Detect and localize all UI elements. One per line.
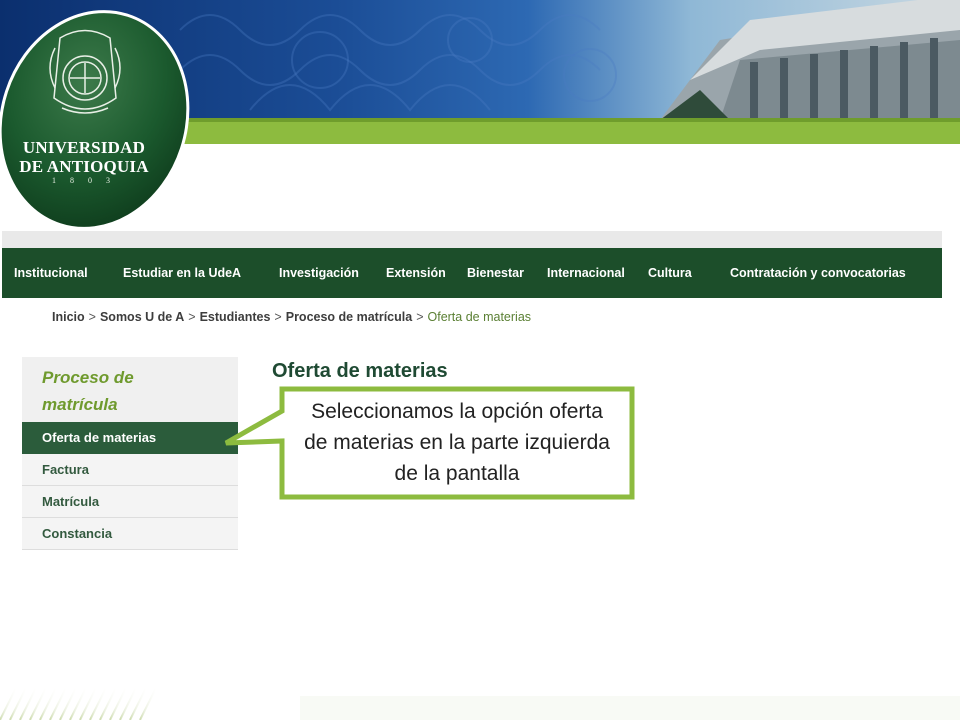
- page-title: Oferta de materias: [272, 360, 448, 382]
- nav-item-institucional[interactable]: Institucional: [14, 248, 88, 298]
- sidebar-title-line2: matrícula: [42, 395, 118, 414]
- nav-item-internacional[interactable]: Internacional: [547, 248, 625, 298]
- callout-line2: de materias en la parte izquierda: [304, 431, 610, 454]
- callout-line1: Seleccionamos la opción oferta: [311, 400, 603, 423]
- university-name-line2: DE ANTIOQUIA: [19, 157, 149, 176]
- nav-item-contratacion[interactable]: Contratación y convocatorias: [730, 248, 906, 298]
- breadcrumb-estudiantes[interactable]: Estudiantes: [200, 310, 271, 324]
- nav-item-investigacion[interactable]: Investigación: [279, 248, 359, 298]
- founding-year: 1 8 0 3: [52, 176, 116, 185]
- breadcrumb-separator: >: [416, 310, 424, 324]
- sidebar: Proceso de matrícula Oferta de materias …: [22, 357, 238, 550]
- breadcrumb-proceso[interactable]: Proceso de matrícula: [286, 310, 412, 324]
- building-photo: [660, 0, 960, 120]
- university-name-line1: UNIVERSIDAD: [22, 138, 146, 157]
- breadcrumb-somos[interactable]: Somos U de A: [100, 310, 184, 324]
- breadcrumb-current: Oferta de materias: [427, 310, 532, 324]
- top-gray-strip: [2, 231, 942, 248]
- university-seal-icon: [0, 10, 190, 230]
- nav-item-bienestar[interactable]: Bienestar: [467, 248, 524, 298]
- breadcrumb-separator: >: [88, 310, 96, 324]
- breadcrumb: Inicio > Somos U de A > Estudiantes > Proceso …: [52, 310, 531, 324]
- sidebar-item-constancia[interactable]: Constancia: [22, 518, 238, 550]
- sidebar-item-oferta-de-materias[interactable]: Oferta de materias: [22, 422, 238, 454]
- nav-item-estudiar[interactable]: Estudiar en la UdeA: [123, 248, 241, 298]
- breadcrumb-separator: >: [188, 310, 196, 324]
- nav-item-extension[interactable]: Extensión: [386, 248, 446, 298]
- sidebar-item-factura[interactable]: Factura: [22, 454, 238, 486]
- nav-item-cultura[interactable]: Cultura: [648, 248, 692, 298]
- breadcrumb-inicio[interactable]: Inicio: [52, 310, 85, 324]
- callout-line3: de la pantalla: [394, 462, 520, 485]
- sidebar-item-matricula[interactable]: Matrícula: [22, 486, 238, 518]
- sidebar-title: Proceso de matrícula: [22, 357, 238, 422]
- university-name: UNIVERSIDAD DE ANTIOQUIA: [14, 138, 154, 176]
- sidebar-title-line1: Proceso de: [42, 368, 134, 387]
- main-nav: Institucional Estudiar en la UdeA Invest…: [2, 248, 942, 298]
- callout-text: Seleccionamos la opción oferta de materi…: [286, 396, 628, 489]
- bottom-hatch-decoration: [0, 688, 960, 720]
- breadcrumb-separator: >: [274, 310, 282, 324]
